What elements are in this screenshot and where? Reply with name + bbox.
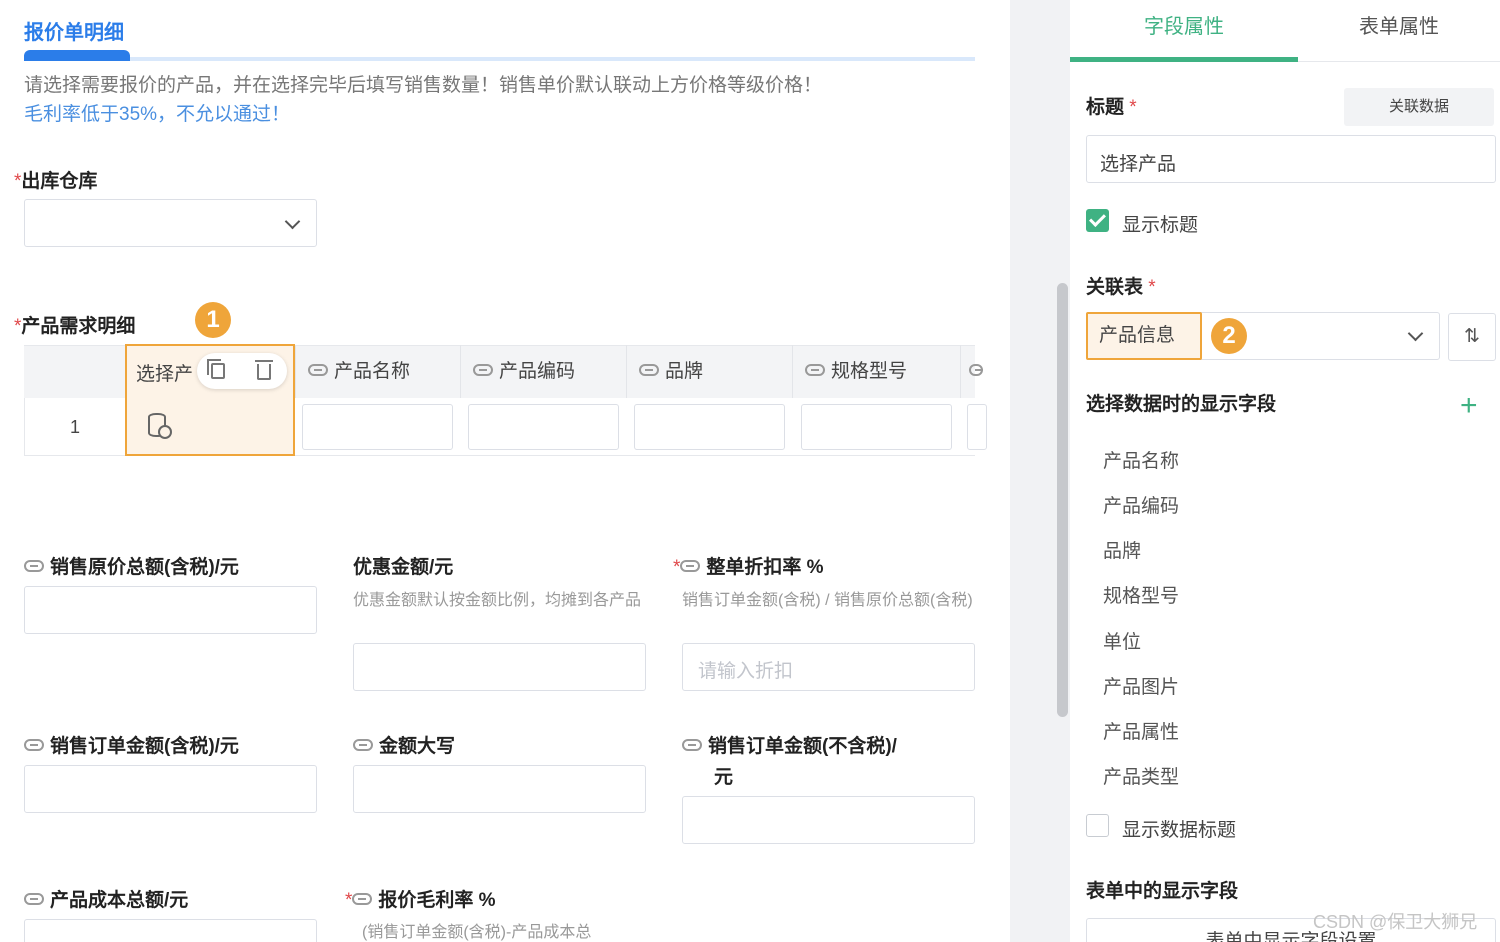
tab-field-properties[interactable]: 字段属性: [1070, 0, 1298, 62]
watermark: CSDN @保卫大狮兄: [1313, 912, 1478, 932]
section-hint-margin: 毛利率低于35%，不允以通过！: [24, 104, 291, 125]
related-table-label: 关联表 *: [1086, 277, 1156, 298]
column-header-select-product: 选择产: [136, 364, 194, 385]
step-badge-2: 2: [1211, 318, 1247, 354]
required-mark: *: [673, 557, 681, 578]
copy-icon[interactable]: [207, 359, 225, 379]
order-amount-notax-label: 销售订单金额(不含税)/: [682, 731, 897, 758]
required-mark: *: [1148, 277, 1156, 298]
display-field-item[interactable]: 产品类型: [1103, 762, 1179, 789]
active-tab-indicator: [1070, 57, 1298, 62]
link-icon: [969, 363, 983, 376]
related-data-button[interactable]: 关联数据: [1344, 88, 1494, 126]
product-cost-total-input[interactable]: [24, 919, 317, 942]
trash-icon[interactable]: [255, 360, 273, 380]
sort-icon: ⇅: [1464, 326, 1480, 347]
cell-more[interactable]: [967, 404, 987, 450]
order-amount-notax-label-cont: 元: [714, 767, 734, 788]
add-field-icon[interactable]: +: [1460, 388, 1478, 424]
link-icon: [352, 892, 373, 905]
column-header-product-name[interactable]: 产品名称: [295, 345, 460, 398]
section-title-underline: [24, 50, 130, 61]
form-display-fields-label: 表单中的显示字段: [1086, 881, 1239, 902]
column-header-model[interactable]: 规格型号: [792, 345, 960, 398]
title-input[interactable]: 选择产品: [1086, 135, 1496, 183]
order-amount-notax-input[interactable]: [682, 796, 975, 844]
section-title: 报价单明细: [24, 22, 124, 44]
display-field-item[interactable]: 品牌: [1103, 536, 1141, 563]
product-cost-total-label: 产品成本总额/元: [24, 885, 188, 912]
product-detail-label: *产品需求明细: [14, 316, 136, 337]
amount-upper-input[interactable]: [353, 765, 646, 813]
section-hint: 请选择需要报价的产品，并在选择完毕后填写销售数量！销售单价默认联动上方价格等级价…: [24, 75, 823, 96]
display-field-item[interactable]: 单位: [1103, 627, 1141, 654]
cell-product-code[interactable]: [468, 404, 619, 450]
required-mark: *: [1129, 97, 1137, 118]
link-icon: [680, 559, 701, 572]
database-select-icon[interactable]: [148, 413, 172, 439]
row-number: 1: [70, 417, 81, 437]
chevron-down-icon: [284, 213, 301, 230]
link-icon: [639, 363, 659, 376]
chevron-down-icon: [1407, 325, 1424, 342]
column-toolbar: [197, 353, 287, 389]
column-header-brand[interactable]: 品牌: [626, 345, 792, 398]
column-header-more: [960, 345, 983, 398]
discount-amount-note: 优惠金额默认按金额比例，均摊到各产品: [353, 592, 642, 609]
discount-rate-input[interactable]: 请输入折扣: [682, 643, 975, 691]
title-label: 标题 *: [1086, 97, 1137, 118]
sales-original-total-label: 销售原价总额(含税)/元: [24, 552, 239, 579]
discount-amount-input[interactable]: [353, 643, 646, 691]
display-fields-label: 选择数据时的显示字段: [1086, 394, 1277, 415]
link-icon: [353, 738, 373, 751]
step-badge-1: 1: [195, 302, 231, 338]
link-icon: [473, 363, 493, 376]
column-header-product-code[interactable]: 产品编码: [460, 345, 626, 398]
gross-margin-note: (销售订单金额(含税)-产品成本总: [362, 924, 592, 941]
link-icon: [24, 559, 44, 572]
discount-rate-placeholder: 请输入折扣: [698, 661, 794, 682]
link-icon: [805, 363, 825, 376]
sales-original-total-input[interactable]: [24, 586, 317, 634]
warehouse-select[interactable]: [24, 199, 317, 247]
order-amount-tax-label: 销售订单金额(含税)/元: [24, 731, 239, 758]
discount-rate-label: * 整单折扣率 %: [673, 557, 824, 578]
gross-margin-label: * 报价毛利率 %: [345, 890, 496, 911]
show-title-label: 显示标题: [1122, 215, 1199, 236]
show-data-title-checkbox[interactable]: [1086, 814, 1109, 837]
discount-rate-note: 销售订单金额(含税) / 销售原价总额(含税): [682, 592, 973, 609]
display-field-item[interactable]: 产品编码: [1103, 491, 1179, 518]
vertical-scrollbar[interactable]: [1057, 283, 1068, 717]
cell-brand[interactable]: [634, 404, 785, 450]
display-field-item[interactable]: 产品名称: [1103, 446, 1179, 473]
cell-model[interactable]: [801, 404, 952, 450]
properties-panel: 字段属性 表单属性 标题 * 关联数据 选择产品 显示标题 关联表 * 产品信息…: [1070, 0, 1500, 942]
warehouse-label: *出库仓库: [14, 171, 98, 192]
amount-upper-label: 金额大写: [353, 731, 455, 758]
show-title-checkbox[interactable]: [1086, 209, 1109, 232]
link-icon: [24, 738, 44, 751]
link-icon: [24, 892, 44, 905]
show-data-title-label: 显示数据标题: [1122, 820, 1237, 841]
link-icon: [308, 363, 328, 376]
panel-divider-scroll-area: [1010, 0, 1070, 942]
display-field-item[interactable]: 产品属性: [1103, 717, 1179, 744]
title-input-value: 选择产品: [1100, 154, 1177, 175]
sort-settings-button[interactable]: ⇅: [1448, 313, 1496, 361]
tab-form-properties[interactable]: 表单属性: [1298, 0, 1500, 62]
display-field-item[interactable]: 产品图片: [1103, 672, 1179, 699]
required-mark: *: [345, 890, 353, 911]
cell-product-name[interactable]: [302, 404, 453, 450]
discount-amount-label: 优惠金额/元: [353, 557, 454, 578]
form-canvas: 报价单明细 请选择需要报价的产品，并在选择完毕后填写销售数量！销售单价默认联动上…: [0, 0, 1010, 942]
section-divider: [130, 57, 975, 61]
order-amount-tax-input[interactable]: [24, 765, 317, 813]
link-icon: [682, 738, 702, 751]
display-field-item[interactable]: 规格型号: [1103, 581, 1179, 608]
related-table-value: 产品信息: [1086, 312, 1202, 360]
